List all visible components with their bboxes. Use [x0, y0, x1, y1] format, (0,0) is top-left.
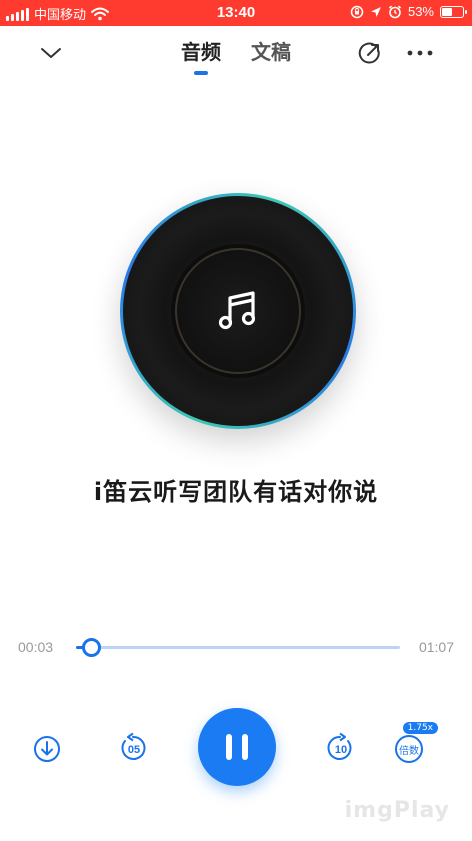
- rewind-5-button[interactable]: 05: [117, 732, 151, 766]
- album-disc: [120, 193, 356, 429]
- active-tab-indicator: [194, 71, 208, 75]
- pause-icon-bar-right: [242, 734, 248, 760]
- pause-icon-bar-left: [226, 734, 232, 760]
- progress-slider[interactable]: [76, 638, 400, 657]
- battery-percent: 53%: [407, 4, 434, 19]
- share-arrow-icon[interactable]: [355, 38, 385, 68]
- watermark-logo: imgPlay: [344, 798, 450, 823]
- pause-button[interactable]: [198, 708, 276, 786]
- status-bar-right: 53%: [350, 4, 467, 19]
- tab-audio-label: 音频: [181, 40, 221, 64]
- speed-button[interactable]: 倍数 1.75x: [394, 722, 438, 764]
- tab-audio[interactable]: 音频: [181, 36, 221, 75]
- playback-controls: 05 10 倍数 1.75x: [0, 708, 472, 788]
- location-icon: [370, 6, 381, 17]
- rewind-label: 05: [127, 744, 141, 756]
- rotation-lock-icon: [350, 5, 364, 18]
- track-title: i笛云听写团队有话对你说: [93, 478, 379, 506]
- download-icon: [34, 736, 60, 762]
- forward-label: 10: [334, 744, 348, 756]
- speed-badge: 1.75x: [402, 722, 438, 734]
- status-bar: 中国移动 13:40 53%: [0, 0, 472, 26]
- tab-bar: 音频 文稿: [0, 36, 472, 75]
- alarm-icon: [388, 5, 402, 18]
- tab-transcript[interactable]: 文稿: [251, 36, 291, 75]
- progress-knob[interactable]: [81, 638, 101, 657]
- battery-icon: [440, 5, 467, 18]
- current-time: 00:03: [18, 639, 54, 655]
- forward-10-button[interactable]: 10: [324, 732, 358, 766]
- more-dots-icon[interactable]: [405, 38, 435, 68]
- music-note-icon: [120, 193, 356, 429]
- battery-fill: [442, 7, 452, 16]
- download-button[interactable]: [32, 734, 62, 764]
- top-nav: 音频 文稿: [0, 26, 472, 82]
- tab-transcript-label: 文稿: [251, 40, 291, 64]
- total-time: 01:07: [418, 639, 454, 655]
- speed-label: 倍数: [395, 735, 423, 763]
